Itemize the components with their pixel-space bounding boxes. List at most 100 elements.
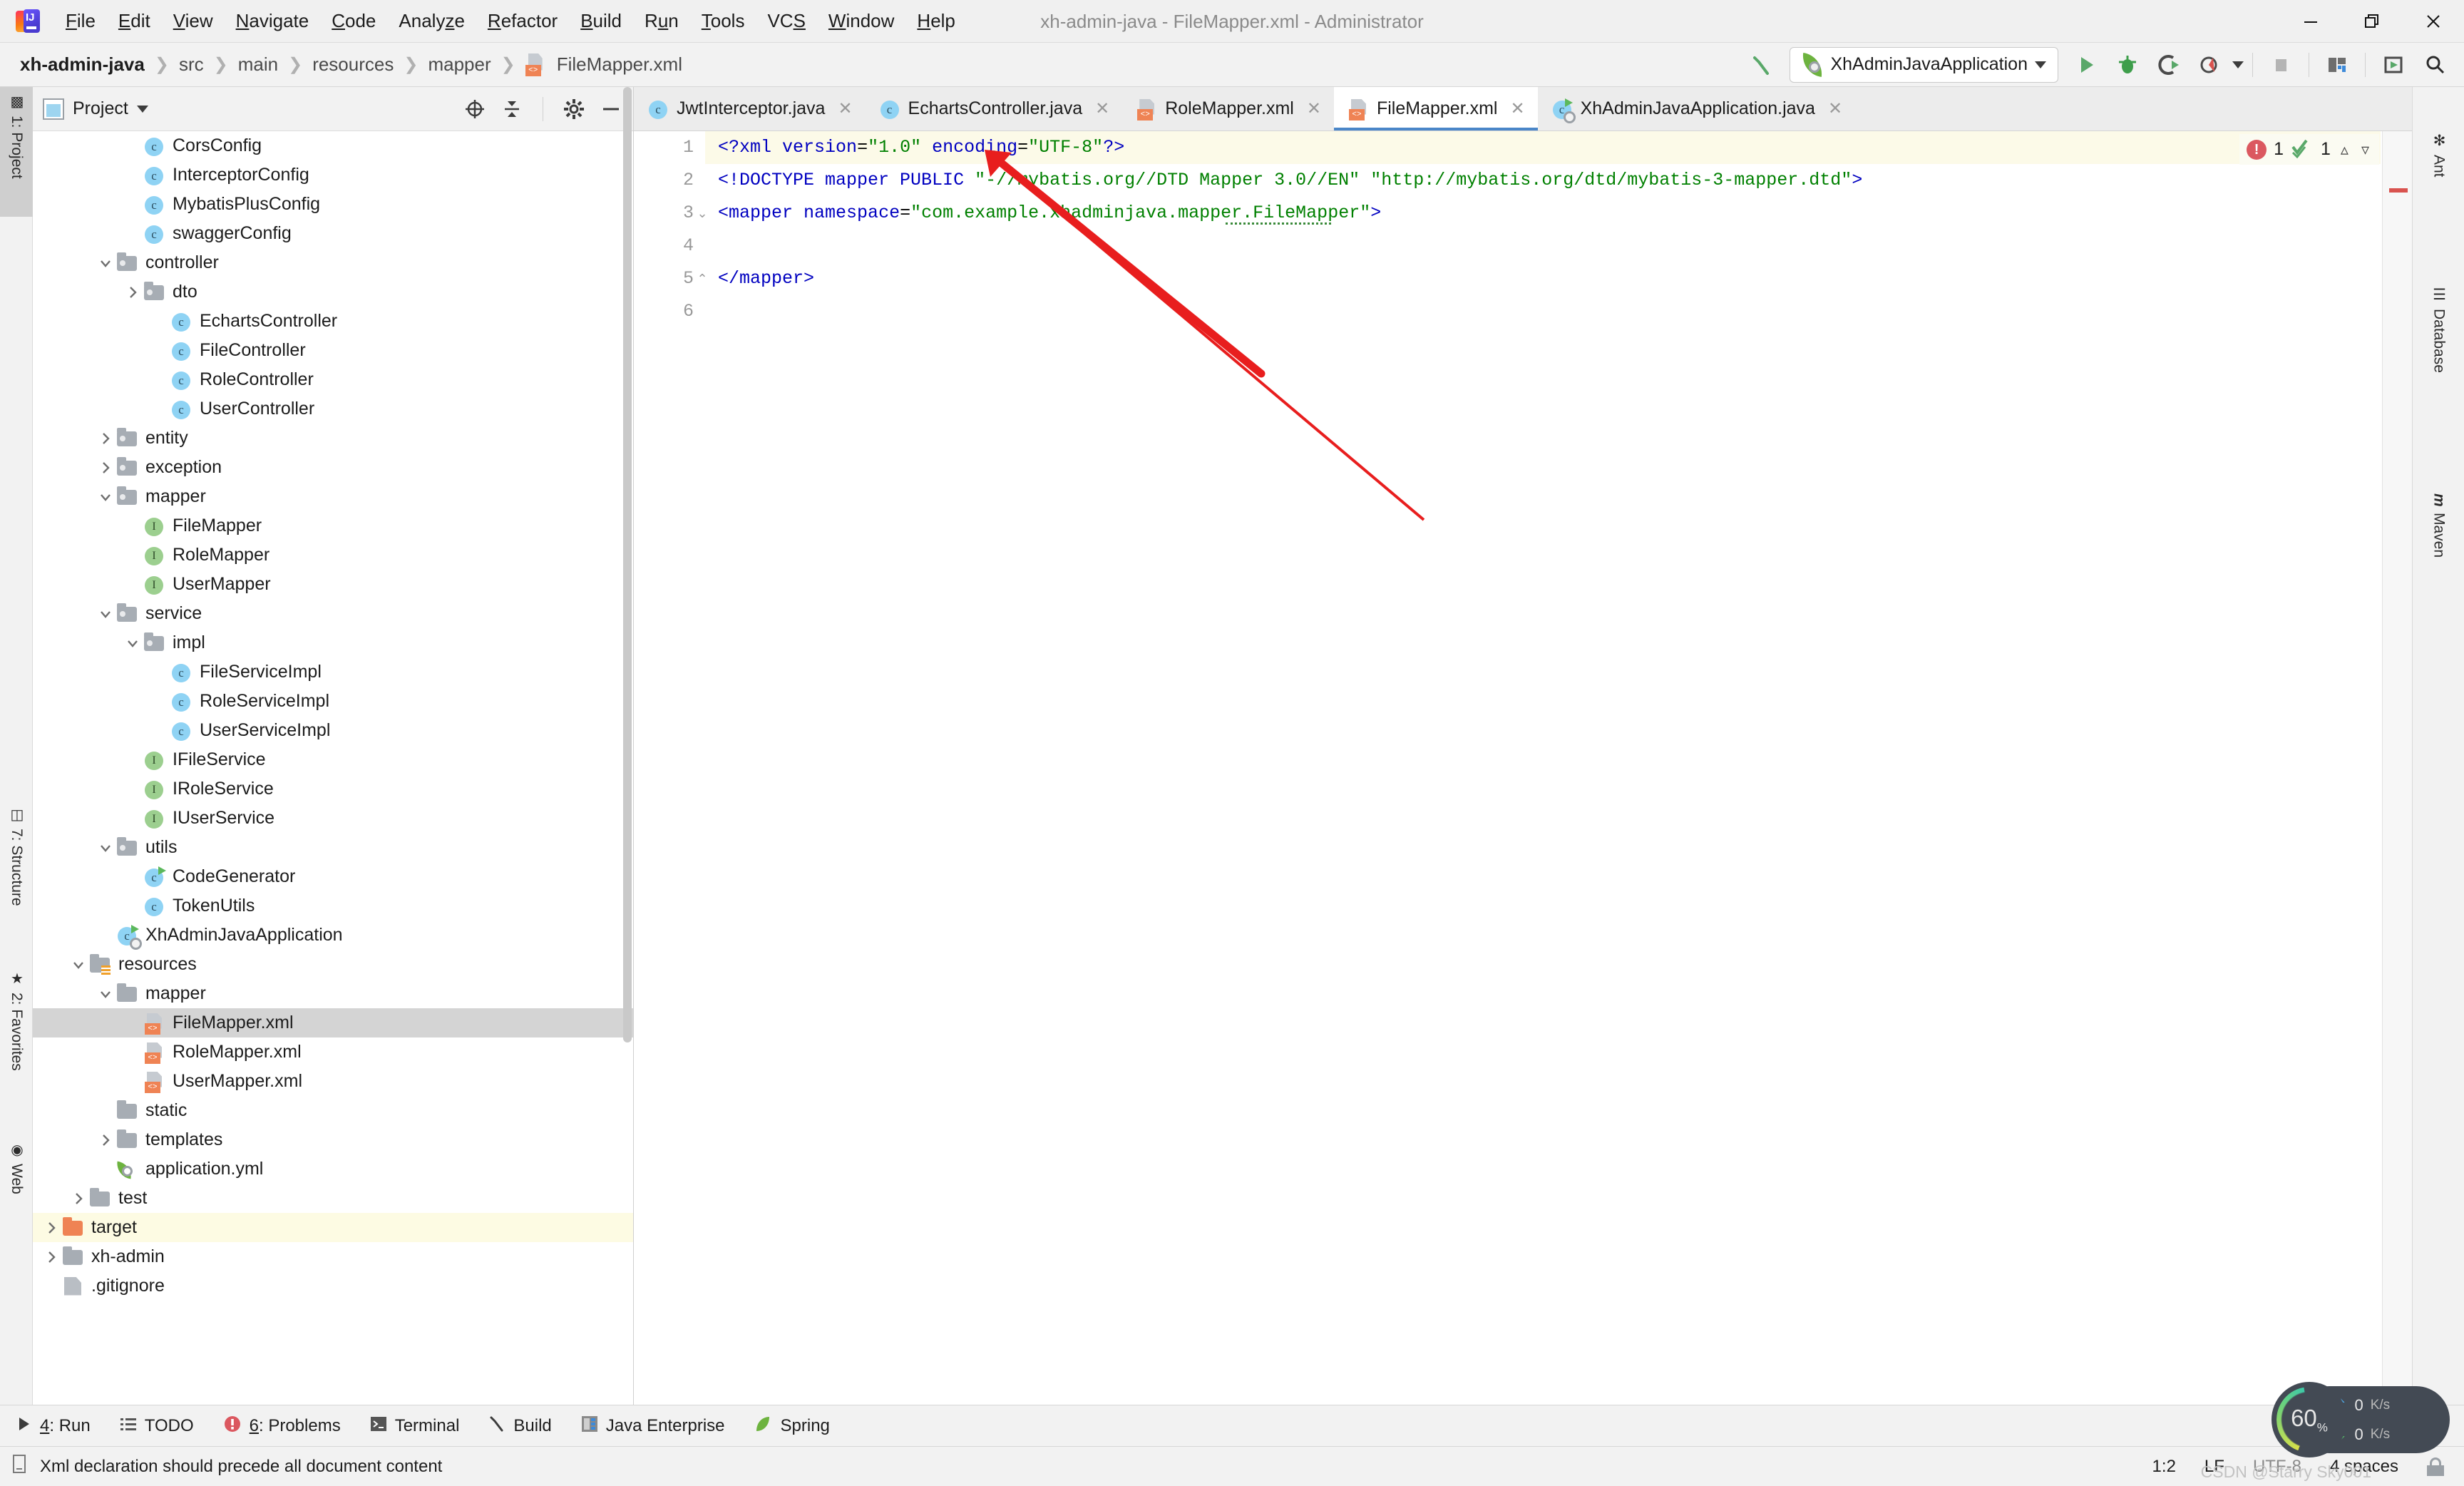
editor-tab-jwtinterceptor-java[interactable]: c JwtInterceptor.java ✕ (634, 87, 866, 130)
tree-item-rolemapper-xml[interactable]: <> RoleMapper.xml (33, 1037, 633, 1067)
tree-item-controller[interactable]: controller (33, 248, 633, 277)
unlocked-icon[interactable] (2427, 1457, 2445, 1476)
code-editor[interactable]: 1 2 3 ⌄ 4 5 ⌃ 6 <?xml version="1.0" encoding="U… (634, 131, 2412, 1418)
tree-item-iroleservice[interactable]: I IRoleService (33, 774, 633, 804)
tree-item-interceptorconfig[interactable]: c InterceptorConfig (33, 160, 633, 190)
update-icon[interactable] (2374, 46, 2413, 84)
chevron-down-icon[interactable] (96, 838, 115, 858)
chevron-right-icon[interactable] (41, 1218, 61, 1238)
tree-item-xhadminjavaapplication[interactable]: c XhAdminJavaApplication (33, 921, 633, 950)
status-message[interactable]: Xml declaration should precede all docum… (10, 1453, 442, 1480)
chevron-down-icon[interactable] (96, 487, 115, 507)
close-icon[interactable] (2403, 0, 2464, 43)
close-icon[interactable]: ✕ (1307, 98, 1321, 119)
code-fold-marker[interactable]: ⌃ (695, 262, 709, 295)
code-fold-marker[interactable]: ⌄ (695, 197, 709, 230)
menu-bar[interactable]: File Edit View Navigate Code Analyze Ref… (54, 7, 967, 35)
chevron-right-icon[interactable] (123, 282, 143, 302)
inspection-widget[interactable]: ! 1 1 ▵ ▿ (2239, 134, 2379, 165)
tree-item-target[interactable]: target (33, 1213, 633, 1242)
hide-icon[interactable] (599, 97, 623, 121)
bottom-tool-4-run[interactable]: 4: Run (0, 1415, 105, 1438)
close-icon[interactable]: ✕ (1510, 98, 1524, 119)
chevron-up-icon[interactable]: ▵ (2338, 140, 2351, 159)
menu-item-navigate[interactable]: Navigate (225, 7, 321, 35)
bottom-tool-todo[interactable]: TODO (105, 1415, 208, 1438)
tree-item-mapper[interactable]: mapper (33, 979, 633, 1008)
editor-code-content[interactable]: <?xml version="1.0" encoding="UTF-8"?> <!… (718, 131, 2381, 1418)
sidebar-item-project[interactable]: ▩ 1: Project (0, 87, 33, 217)
build-hammer-icon[interactable] (1742, 46, 1781, 84)
restore-icon[interactable] (2341, 0, 2403, 43)
bottom-tool-spring[interactable]: Spring (739, 1414, 844, 1438)
run-configuration-selector[interactable]: XhAdminJavaApplication (1790, 46, 2058, 83)
tree-item-iuserservice[interactable]: I IUserService (33, 804, 633, 833)
tree-item-filemapper-xml[interactable]: <> FileMapper.xml (33, 1008, 633, 1037)
tree-item-exception[interactable]: exception (33, 453, 633, 482)
tree-item-utils[interactable]: utils (33, 833, 633, 862)
menu-item-tools[interactable]: Tools (690, 7, 756, 35)
tree-item-test[interactable]: test (33, 1184, 633, 1213)
editor-tab-xhadminjavaapplication-java[interactable]: c XhAdminJavaApplication.java ✕ (1538, 87, 1855, 130)
chevron-right-icon[interactable] (96, 429, 115, 449)
tree-item-mybatisplusconfig[interactable]: c MybatisPlusConfig (33, 190, 633, 219)
tree-item-static[interactable]: static (33, 1096, 633, 1125)
project-tree-scrollbar[interactable] (623, 87, 632, 1042)
bottom-tool-6-problems[interactable]: 6: Problems (208, 1414, 355, 1438)
error-stripe-mark[interactable] (2389, 188, 2408, 193)
chevron-down-icon[interactable] (96, 253, 115, 273)
tree-item-resources[interactable]: resources (33, 950, 633, 979)
close-icon[interactable]: ✕ (1095, 98, 1109, 119)
run-with-coverage-icon[interactable] (2150, 46, 2188, 84)
menu-item-run[interactable]: Run (633, 7, 690, 35)
breadcrumb-item-mapper[interactable]: mapper (423, 53, 495, 76)
tree-item-usermapper-xml[interactable]: <> UserMapper.xml (33, 1067, 633, 1096)
chevron-right-icon[interactable] (41, 1247, 61, 1267)
chevron-down-icon[interactable] (136, 105, 148, 113)
sidebar-item-favorites[interactable]: ★ 2: Favorites (0, 964, 33, 1127)
chevron-right-icon[interactable] (96, 1130, 115, 1150)
minimize-icon[interactable] (2280, 0, 2341, 43)
tree-item-usermapper[interactable]: I UserMapper (33, 570, 633, 599)
chevron-down-icon[interactable] (2232, 61, 2244, 68)
tree-item-xh-admin[interactable]: xh-admin (33, 1242, 633, 1271)
tree-item-filecontroller[interactable]: c FileController (33, 336, 633, 365)
tree-item-mapper[interactable]: mapper (33, 482, 633, 511)
breadcrumb-item-project[interactable]: xh-admin-java (16, 53, 149, 76)
tree-item-entity[interactable]: entity (33, 424, 633, 453)
chevron-down-icon[interactable] (96, 984, 115, 1004)
gear-icon[interactable] (562, 97, 586, 121)
editor-tab-bar[interactable]: c JwtInterceptor.java ✕ c EchartsController.… (634, 87, 2412, 131)
menu-item-refactor[interactable]: Refactor (476, 7, 569, 35)
breadcrumb-item-file[interactable]: <> FileMapper.xml (521, 53, 687, 76)
locate-icon[interactable] (463, 97, 487, 121)
bottom-tool-build[interactable]: Build (473, 1415, 565, 1438)
chevron-down-icon[interactable] (68, 955, 88, 975)
menu-item-view[interactable]: View (162, 7, 225, 35)
tree-item-gitignore[interactable]: .gitignore (33, 1271, 633, 1301)
chevron-right-icon[interactable] (96, 458, 115, 478)
sidebar-item-structure[interactable]: ◫ 7: Structure (0, 800, 33, 957)
profiler-icon[interactable] (2191, 46, 2229, 84)
editor-tab-echartscontroller-java[interactable]: c EchartsController.java ✕ (866, 87, 1123, 130)
sidebar-item-maven[interactable]: m Maven (2413, 444, 2464, 608)
tree-item-tokenutils[interactable]: c TokenUtils (33, 891, 633, 921)
breadcrumb[interactable]: xh-admin-java ❯ src ❯ main ❯ resources ❯… (16, 53, 687, 76)
tree-item-service[interactable]: service (33, 599, 633, 628)
menu-item-edit[interactable]: Edit (107, 7, 162, 35)
tree-item-roleserviceimpl[interactable]: c RoleServiceImpl (33, 687, 633, 716)
search-everywhere-icon[interactable] (2416, 46, 2454, 84)
tree-item-application-yml[interactable]: application.yml (33, 1154, 633, 1184)
breadcrumb-item-src[interactable]: src (175, 53, 208, 76)
menu-item-code[interactable]: Code (320, 7, 387, 35)
tree-item-ifileservice[interactable]: I IFileService (33, 745, 633, 774)
tree-item-dto[interactable]: dto (33, 277, 633, 307)
error-stripe-gutter[interactable] (2382, 131, 2412, 1418)
chevron-down-icon[interactable]: ▿ (2358, 140, 2372, 159)
breadcrumb-item-resources[interactable]: resources (308, 53, 398, 76)
tree-item-echartscontroller[interactable]: c EchartsController (33, 307, 633, 336)
menu-item-window[interactable]: Window (817, 7, 905, 35)
tree-item-codegenerator[interactable]: c CodeGenerator (33, 862, 633, 891)
editor-tab-rolemapper-xml[interactable]: <> RoleMapper.xml ✕ (1122, 87, 1334, 130)
tree-item-corsconfig[interactable]: c CorsConfig (33, 131, 633, 160)
